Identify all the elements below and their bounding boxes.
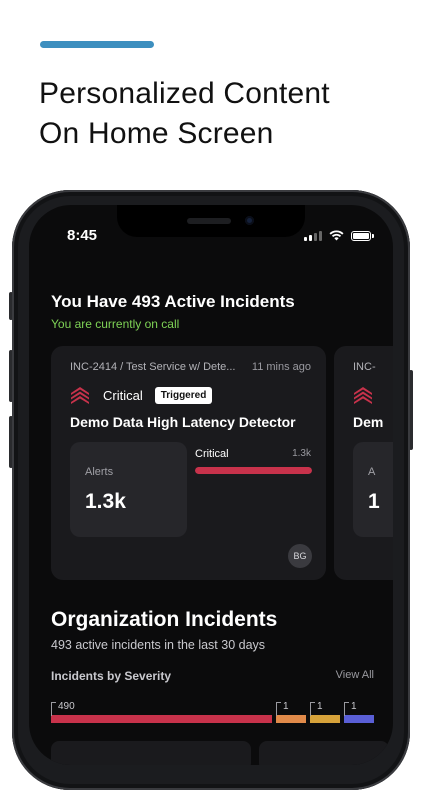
- critical-alerts-label: Critical: [195, 448, 229, 460]
- severity-bar-tick: [51, 702, 56, 716]
- severity-row: Critical Triggered: [71, 387, 213, 404]
- summary-card[interactable]: [51, 741, 251, 765]
- promo-headline: Personalized Content On Home Screen: [39, 74, 399, 154]
- organization-incidents-subtitle: 493 active incidents in the last 30 days: [51, 638, 266, 652]
- summary-card[interactable]: [259, 741, 389, 765]
- severity-bar-count: 1: [351, 701, 357, 712]
- assignee-avatar[interactable]: BG: [288, 544, 312, 568]
- speaker-grille: [187, 218, 231, 224]
- incident-next-id: INC-: [353, 361, 376, 373]
- view-all-link[interactable]: View All: [336, 669, 374, 681]
- incident-next-title: Dem: [353, 414, 384, 430]
- incident-card[interactable]: INC-2414 / Test Service w/ Dete... 11 mi…: [51, 346, 326, 580]
- alerts-summary: Alerts 1.3k: [70, 442, 187, 537]
- promo-accent-bar: [40, 41, 154, 48]
- incident-title: Demo Data High Latency Detector: [70, 414, 296, 430]
- severity-bar-segment: [344, 715, 374, 723]
- front-camera-icon: [245, 216, 254, 225]
- active-incidents-heading: You Have 493 Active Incidents: [51, 292, 295, 311]
- critical-alerts-bar-fill: [195, 467, 312, 474]
- wifi-icon: [329, 230, 344, 241]
- severity-bar-segment: [276, 715, 306, 723]
- critical-alerts-bar: [195, 467, 312, 474]
- incident-next-alerts-value: 1: [368, 490, 380, 513]
- severity-bar-tick: [310, 702, 315, 716]
- critical-severity-icon: [71, 387, 89, 404]
- status-icons: [304, 230, 374, 241]
- incident-time-ago: 11 mins ago: [251, 361, 311, 373]
- status-time: 8:45: [67, 227, 98, 244]
- incidents-by-severity-heading: Incidents by Severity: [51, 669, 172, 683]
- on-call-status: You are currently on call: [51, 317, 180, 331]
- signal-icon: [304, 230, 322, 241]
- status-badge: Triggered: [154, 387, 213, 404]
- phone-screen: 8:45 You Have 493 Active Incidents You a…: [29, 205, 393, 765]
- alerts-label: Alerts: [85, 466, 114, 478]
- phone-notch: [117, 205, 305, 237]
- severity-bar-segment: [51, 715, 272, 723]
- severity-bar-tick: [276, 702, 281, 716]
- promo-headline-line-1: Personalized Content: [39, 77, 330, 110]
- alerts-value: 1.3k: [85, 490, 126, 513]
- severity-bar-segment: [310, 715, 340, 723]
- battery-icon: [351, 230, 374, 241]
- severity-label: Critical: [103, 388, 143, 403]
- incident-next-alerts-box: A 1: [353, 442, 393, 537]
- critical-alerts-value: 1.3k: [292, 448, 311, 459]
- critical-severity-icon: [354, 387, 372, 404]
- incident-id-service: INC-2414 / Test Service w/ Dete...: [70, 361, 236, 373]
- organization-incidents-heading: Organization Incidents: [51, 608, 278, 631]
- severity-bar-tick: [344, 702, 349, 716]
- incident-next-alerts-label: A: [368, 466, 376, 478]
- severity-bar-count: 490: [58, 701, 75, 712]
- severity-bar-count: 1: [283, 701, 289, 712]
- severity-bar-count: 1: [317, 701, 323, 712]
- incident-card-next[interactable]: INC- Dem A 1: [334, 346, 393, 580]
- promo-headline-line-2: On Home Screen: [39, 117, 274, 150]
